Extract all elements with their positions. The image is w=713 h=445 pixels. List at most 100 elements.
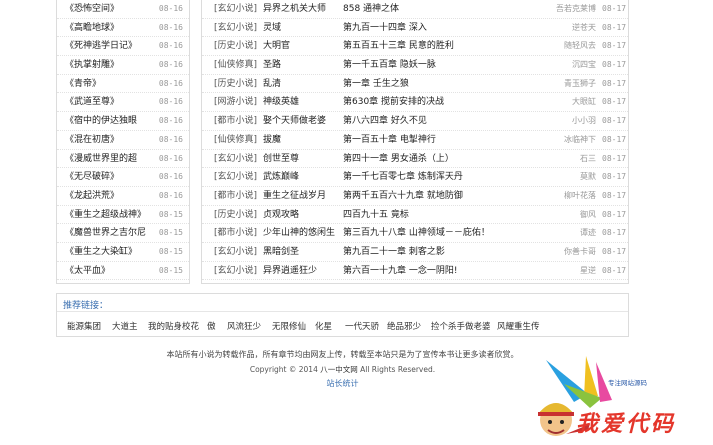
author-link[interactable]: 你善卡哥 (556, 243, 596, 262)
author-link[interactable]: 冰临神下 (556, 131, 596, 150)
list-item[interactable]: 《太平血》 08-15 (57, 262, 189, 281)
category-link[interactable]: [玄幻小说] (214, 262, 264, 281)
author-link[interactable]: 大眼缸 (556, 93, 596, 112)
book-title-link[interactable]: 《重生之超级战神》 (65, 206, 159, 224)
book-title-link[interactable]: 《青帝》 (65, 75, 159, 93)
category-link[interactable]: [都市小说] (214, 224, 264, 243)
list-item[interactable]: 《武道至尊》 08-16 (57, 93, 189, 113)
category-link[interactable]: [玄幻小说] (214, 0, 264, 19)
author-link[interactable]: 星逆 (556, 262, 596, 281)
list-item[interactable]: 《混在初唐》 08-16 (57, 131, 189, 150)
author-link[interactable]: 青玉狮子 (556, 75, 596, 94)
author-link[interactable]: 吾若克莱博 (556, 0, 596, 19)
chapter-link[interactable]: 第五百五十三章 民意的胜利 (343, 37, 553, 56)
list-item[interactable]: 《魔兽世界之吉尔尼 08-15 (57, 224, 189, 243)
book-title-link[interactable]: 《重生之大染缸》 (65, 243, 159, 261)
category-link[interactable]: [历史小说] (214, 206, 264, 225)
book-name-link[interactable]: 灵域 (263, 19, 341, 38)
book-name-link[interactable]: 神级英雄 (263, 93, 341, 112)
book-name-link[interactable]: 大明官 (263, 37, 341, 56)
author-link[interactable]: 谭迹 (556, 224, 596, 243)
recommended-link[interactable]: 能源集团 (67, 320, 101, 332)
chapter-link[interactable]: 858 通神之体 (343, 0, 553, 19)
chapter-link[interactable]: 第九百一十四章 深入 (343, 19, 553, 38)
list-item[interactable]: 《重生之大染缸》 08-15 (57, 243, 189, 262)
list-item[interactable]: 《龙起洪荒》 08-16 (57, 187, 189, 206)
recommended-link[interactable]: 傲 (207, 320, 216, 332)
chapter-link[interactable]: 第六百一十九章 一念一阴阳! (343, 262, 553, 281)
book-title-link[interactable]: 《龙起洪荒》 (65, 187, 159, 205)
book-title-link[interactable]: 《恐怖空间》 (65, 0, 159, 18)
book-name-link[interactable]: 少年山神的悠闲生 (263, 224, 341, 243)
category-link[interactable]: [玄幻小说] (214, 243, 264, 262)
list-item[interactable]: 《无尽破碎》 08-16 (57, 168, 189, 187)
book-name-link[interactable]: 拔魔 (263, 131, 341, 150)
chapter-link[interactable]: 第九百二十一章 刺客之影 (343, 243, 553, 262)
book-name-link[interactable]: 异界逍遥狂少 (263, 262, 341, 281)
chapter-link[interactable]: 第630章 搅前安排的决战 (343, 93, 553, 112)
category-link[interactable]: [仙侠修真] (214, 131, 264, 150)
author-link[interactable]: 石三 (556, 150, 596, 169)
book-title-link[interactable]: 《高瞻地球》 (65, 19, 159, 37)
book-name-link[interactable]: 圣路 (263, 56, 341, 75)
book-title-link[interactable]: 《魔兽世界之吉尔尼 (65, 224, 159, 242)
category-link[interactable]: [玄幻小说] (214, 168, 264, 187)
list-item[interactable]: 《重生之超级战神》 08-15 (57, 206, 189, 225)
site-name-link[interactable]: 八一中文网 (320, 365, 358, 374)
list-item[interactable]: 《宿中的伊达独眼 08-16 (57, 112, 189, 131)
chapter-link[interactable]: 第两千五百六十九章 就地防御 (343, 187, 553, 206)
book-title-link[interactable]: 《武道至尊》 (65, 93, 159, 111)
book-title-link[interactable]: 《执掌射雕》 (65, 56, 159, 74)
author-link[interactable]: 逆苍天 (556, 19, 596, 38)
list-item[interactable]: 《青帝》 08-16 (57, 75, 189, 94)
book-name-link[interactable]: 乱清 (263, 75, 341, 94)
book-title-link[interactable]: 《太平血》 (65, 262, 159, 280)
chapter-link[interactable]: 第一百五十章 电掣神行 (343, 131, 553, 150)
book-name-link[interactable]: 贞观攻略 (263, 206, 341, 225)
book-title-link[interactable]: 《无尽破碎》 (65, 168, 159, 186)
chapter-link[interactable]: 第一千七百零七章 炼制浑天丹 (343, 168, 553, 187)
category-link[interactable]: [都市小说] (214, 187, 264, 206)
book-name-link[interactable]: 重生之征战岁月 (263, 187, 341, 206)
recommended-link[interactable]: 绝品邪少 (387, 320, 421, 332)
list-item[interactable]: 《执掌射雕》 08-16 (57, 56, 189, 75)
recommended-link[interactable]: 我的贴身校花 (148, 320, 199, 332)
recommended-link[interactable]: 风流狂少 (227, 320, 261, 332)
recommended-link[interactable]: 无限修仙 (272, 320, 306, 332)
book-title-link[interactable]: 《漫威世界里的超 (65, 150, 159, 168)
book-name-link[interactable]: 娶个天师做老婆 (263, 112, 341, 131)
book-name-link[interactable]: 武炼巅峰 (263, 168, 341, 187)
list-item[interactable]: 《高瞻地球》 08-16 (57, 19, 189, 38)
list-item[interactable]: 《死神逃学日记》 08-16 (57, 37, 189, 57)
author-link[interactable]: 御风 (556, 206, 596, 225)
recommended-link[interactable]: 捡个杀手做老婆 (431, 320, 491, 332)
book-name-link[interactable]: 异界之机关大师 (263, 0, 341, 19)
category-link[interactable]: [都市小说] (214, 112, 264, 131)
chapter-link[interactable]: 第一章 壬生之狼 (343, 75, 553, 94)
recommended-link[interactable]: 大道主 (112, 320, 138, 332)
author-link[interactable]: 沉四宝 (556, 56, 596, 75)
author-link[interactable]: 小小羽 (556, 112, 596, 131)
author-link[interactable]: 莫默 (556, 168, 596, 187)
book-title-link[interactable]: 《死神逃学日记》 (65, 37, 159, 55)
book-title-link[interactable]: 《混在初唐》 (65, 131, 159, 149)
chapter-link[interactable]: 四百九十五 竟标 (343, 206, 553, 225)
book-name-link[interactable]: 黑暗剑圣 (263, 243, 341, 262)
chapter-link[interactable]: 第一千五百章 隐妖一脉 (343, 56, 553, 75)
category-link[interactable]: [仙侠修真] (214, 56, 264, 75)
category-link[interactable]: [玄幻小说] (214, 19, 264, 38)
category-link[interactable]: [历史小说] (214, 75, 264, 94)
list-item[interactable]: 《恐怖空间》 08-16 (57, 0, 189, 19)
author-link[interactable]: 柳叶花落 (556, 187, 596, 206)
list-item[interactable]: 《漫威世界里的超 08-16 (57, 150, 189, 169)
book-title-link[interactable]: 《宿中的伊达独眼 (65, 112, 159, 130)
category-link[interactable]: [网游小说] (214, 93, 264, 112)
chapter-link[interactable]: 第四十一章 男女通杀（上） (343, 150, 553, 169)
recommended-link[interactable]: 化星 (315, 320, 332, 332)
book-name-link[interactable]: 创世至尊 (263, 150, 341, 169)
chapter-link[interactable]: 第八六四章 好久不见 (343, 112, 553, 131)
category-link[interactable]: [历史小说] (214, 37, 264, 56)
recommended-link[interactable]: 风耀重生传 (497, 320, 540, 332)
category-link[interactable]: [玄幻小说] (214, 150, 264, 169)
author-link[interactable]: 随轻风去 (556, 37, 596, 56)
